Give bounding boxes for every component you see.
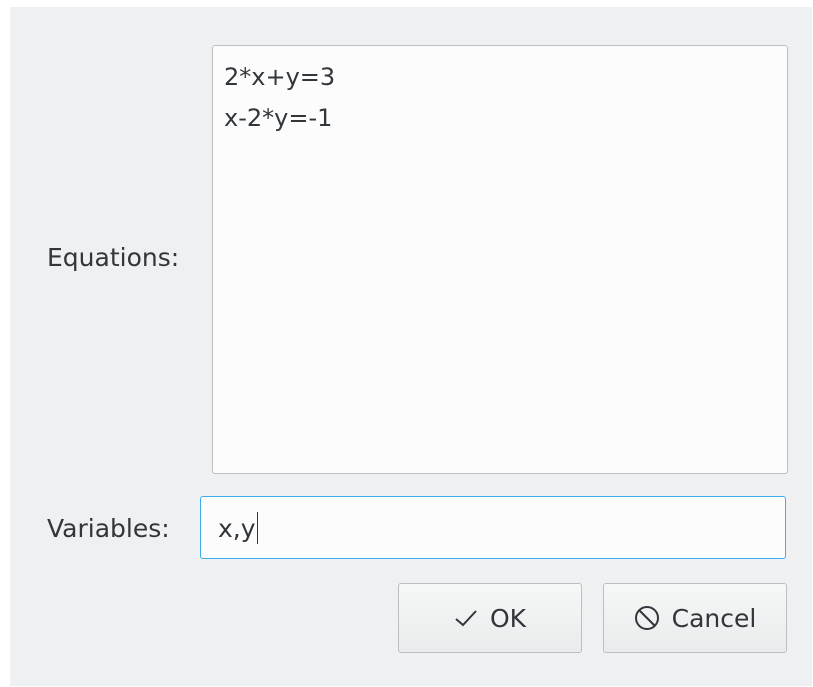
solve-equations-dialog: Equations: 2*x+y=3 x-2*y=-1 Variables: x… bbox=[10, 7, 812, 686]
variables-value-wrap: x,y bbox=[218, 512, 259, 544]
variables-label: Variables: bbox=[47, 514, 170, 543]
checkmark-icon bbox=[454, 608, 478, 628]
equations-label: Equations: bbox=[47, 243, 180, 272]
variables-input[interactable]: x,y bbox=[200, 496, 786, 559]
ok-button-label: OK bbox=[489, 603, 527, 633]
cancel-icon bbox=[634, 605, 660, 631]
ok-button[interactable]: OK bbox=[398, 583, 582, 653]
equation-line: 2*x+y=3 bbox=[224, 63, 336, 91]
equation-line: x-2*y=-1 bbox=[224, 104, 333, 132]
cancel-button-label: Cancel bbox=[671, 603, 757, 633]
variables-value: x,y bbox=[218, 514, 256, 543]
cancel-button[interactable]: Cancel bbox=[603, 583, 787, 653]
text-caret bbox=[256, 512, 259, 544]
equations-textarea[interactable]: 2*x+y=3 x-2*y=-1 bbox=[212, 45, 788, 474]
